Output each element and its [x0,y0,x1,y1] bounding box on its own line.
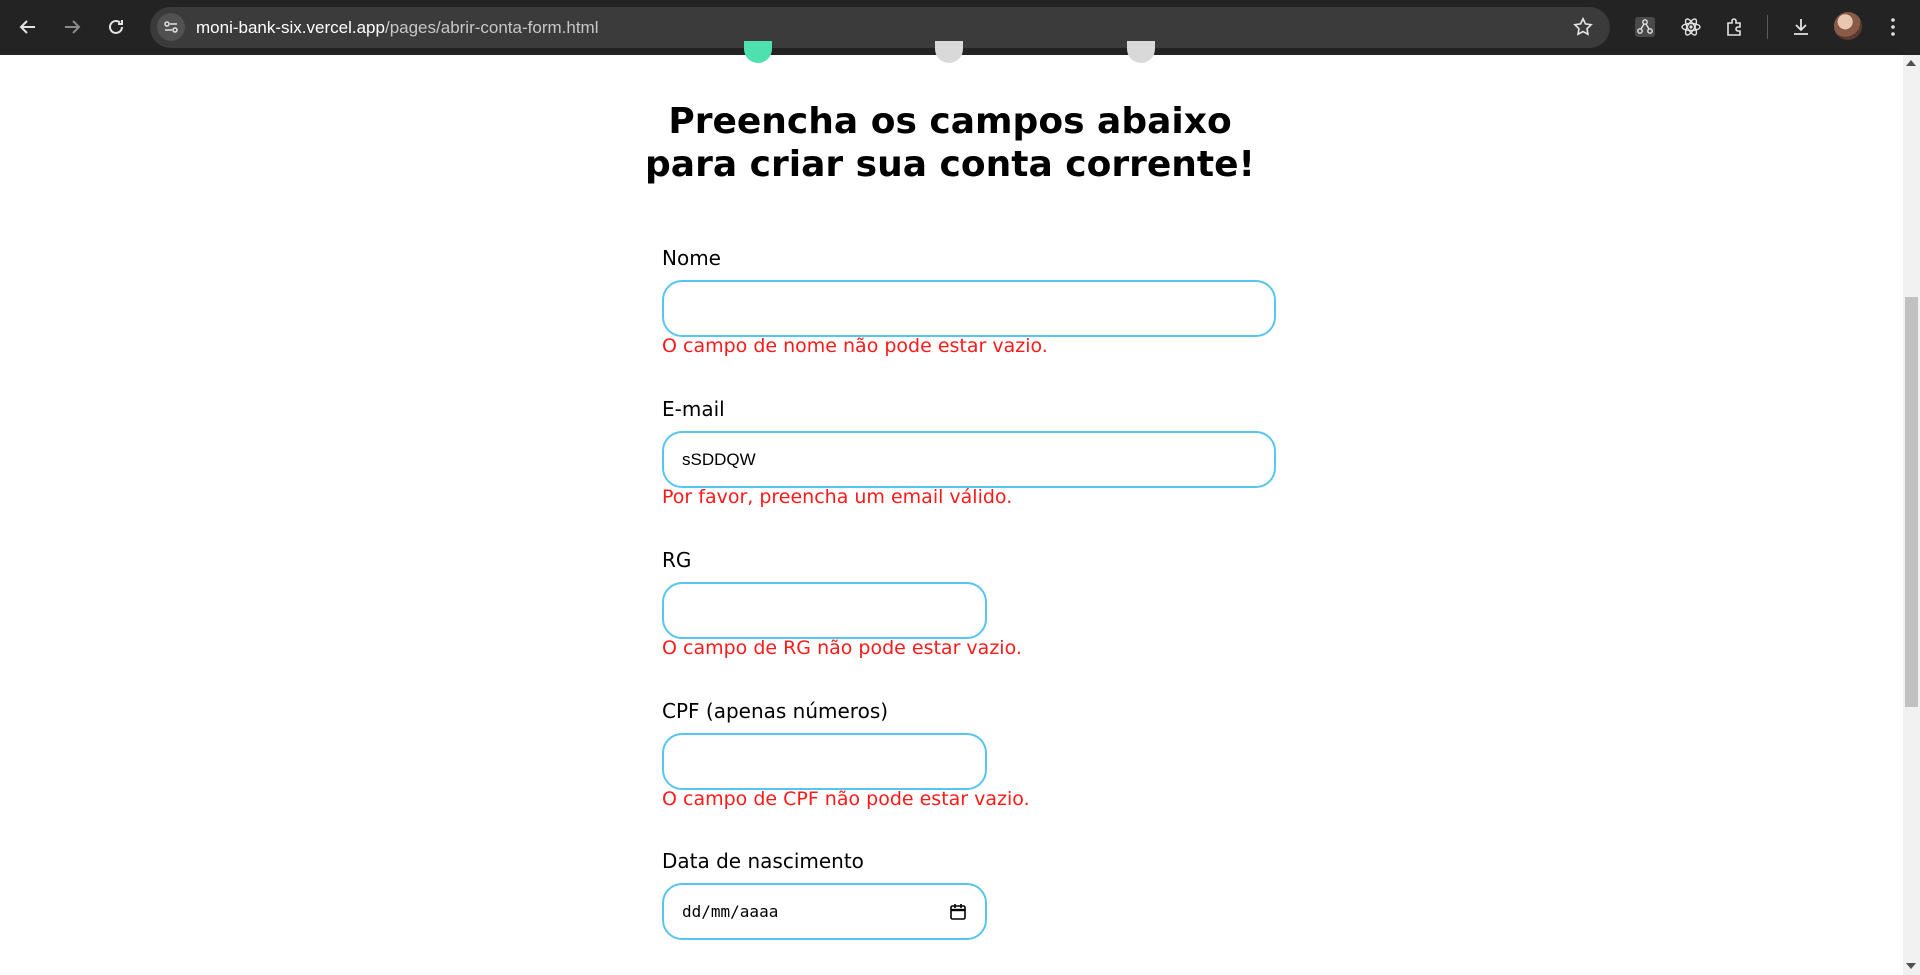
forward-icon[interactable] [54,9,90,45]
progress-step-2 [935,41,963,63]
email-error: Por favor, preencha um email válido. [662,486,1013,508]
scrollbar-thumb[interactable] [1905,297,1918,707]
page-title-line-1: Preencha os campos abaixo [668,101,1232,142]
birthdate-label: Data de nascimento [662,849,864,873]
email-input[interactable]: sSDDQW [662,431,1276,488]
extensions-puzzle-icon[interactable] [1720,12,1750,42]
nome-label: Nome [662,246,721,270]
browser-menu-icon[interactable] [1878,12,1908,42]
page-title: Preencha os campos abaixo para criar sua… [600,100,1300,186]
address-bar[interactable]: moni-bank-six.vercel.app/pages/abrir-con… [150,7,1610,48]
scroll-up-arrow-icon[interactable] [1906,60,1916,66]
rg-input[interactable] [662,582,987,639]
scroll-down-arrow-icon[interactable] [1906,963,1916,969]
react-devtools-icon[interactable] [1676,12,1706,42]
cpf-input[interactable] [662,733,987,790]
birthdate-placeholder: dd/mm/aaaa [682,902,779,921]
profile-avatar[interactable] [1834,12,1862,40]
birthdate-input[interactable]: dd/mm/aaaa [662,883,987,940]
url-path: /pages/abrir-conta-form.html [384,18,599,37]
reload-icon[interactable] [98,9,134,45]
site-info-icon[interactable] [157,13,185,41]
page-title-line-2: para criar sua conta corrente! [645,144,1255,185]
nome-input[interactable] [662,280,1276,337]
rg-label: RG [662,548,692,572]
progress-step-1 [744,41,772,63]
bookmark-star-icon[interactable] [1572,16,1594,38]
back-icon[interactable] [10,9,46,45]
cpf-error: O campo de CPF não pode estar vazio. [662,788,1030,810]
url-text: moni-bank-six.vercel.app/pages/abrir-con… [196,18,599,38]
rg-error: O campo de RG não pode estar vazio. [662,637,1022,659]
cpf-label: CPF (apenas números) [662,699,889,723]
nome-error: O campo de nome não pode estar vazio. [662,335,1048,357]
extension-graph-icon[interactable] [1630,12,1660,42]
toolbar-divider [1767,15,1768,39]
email-label: E-mail [662,397,725,421]
download-icon[interactable] [1786,12,1816,42]
progress-step-3 [1127,41,1155,63]
calendar-icon[interactable] [949,903,967,921]
url-host: moni-bank-six.vercel.app [196,18,385,37]
